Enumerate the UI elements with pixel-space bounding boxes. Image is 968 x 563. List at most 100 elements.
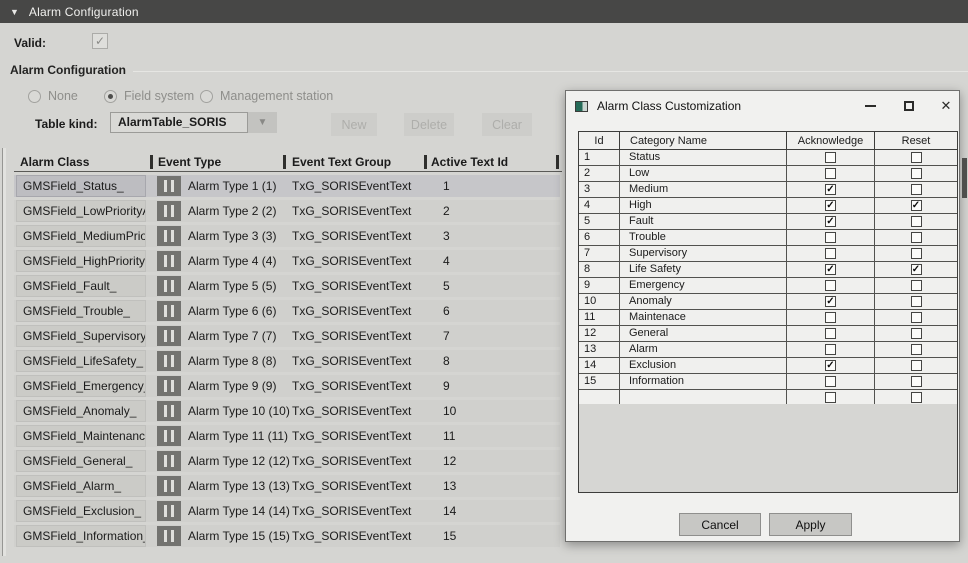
reset-checkbox[interactable]: ✓ bbox=[911, 264, 922, 275]
event-type-pause-icon[interactable] bbox=[157, 526, 181, 546]
acknowledge-checkbox[interactable]: ✓ bbox=[825, 360, 836, 371]
reset-checkbox[interactable] bbox=[911, 376, 922, 387]
reset-checkbox[interactable] bbox=[911, 344, 922, 355]
category-row[interactable]: 8Life Safety✓✓ bbox=[579, 262, 957, 278]
vertical-scrollbar-thumb[interactable] bbox=[962, 158, 967, 198]
table-row[interactable]: GMSField_LifeSafety_ Alarm Type 8 (8) Tx… bbox=[14, 350, 560, 372]
category-row[interactable]: 1Status bbox=[579, 150, 957, 166]
reset-checkbox[interactable] bbox=[911, 152, 922, 163]
maximize-button[interactable] bbox=[898, 96, 920, 116]
category-row[interactable]: 15Information bbox=[579, 374, 957, 390]
acknowledge-checkbox[interactable]: ✓ bbox=[825, 184, 836, 195]
acknowledge-checkbox[interactable] bbox=[825, 376, 836, 387]
acknowledge-checkbox[interactable] bbox=[825, 232, 836, 243]
reset-checkbox[interactable] bbox=[911, 232, 922, 243]
table-row[interactable]: GMSField_Trouble_ Alarm Type 6 (6) TxG_S… bbox=[14, 300, 560, 322]
reset-checkbox[interactable] bbox=[911, 248, 922, 259]
category-row[interactable]: 3Medium✓ bbox=[579, 182, 957, 198]
table-row[interactable]: GMSField_MediumPrio Alarm Type 3 (3) TxG… bbox=[14, 225, 560, 247]
clear-button[interactable]: Clear bbox=[482, 113, 532, 136]
reset-checkbox[interactable] bbox=[911, 360, 922, 371]
alarm-class-cell[interactable]: GMSField_Trouble_ bbox=[16, 300, 146, 322]
reset-checkbox[interactable] bbox=[911, 168, 922, 179]
event-type-pause-icon[interactable] bbox=[157, 401, 181, 421]
table-row[interactable]: GMSField_Status_ Alarm Type 1 (1) TxG_SO… bbox=[14, 175, 560, 197]
table-row[interactable]: GMSField_Anomaly_ Alarm Type 10 (10) TxG… bbox=[14, 400, 560, 422]
acknowledge-checkbox[interactable] bbox=[825, 344, 836, 355]
event-type-pause-icon[interactable] bbox=[157, 301, 181, 321]
reset-checkbox[interactable] bbox=[911, 312, 922, 323]
section-header-bar[interactable]: ▼ Alarm Configuration bbox=[0, 0, 968, 23]
reset-checkbox[interactable] bbox=[911, 280, 922, 291]
table-row[interactable]: GMSField_Maintenance Alarm Type 11 (11) … bbox=[14, 425, 560, 447]
event-type-pause-icon[interactable] bbox=[157, 501, 181, 521]
acknowledge-checkbox[interactable] bbox=[825, 312, 836, 323]
alarm-class-cell[interactable]: GMSField_Status_ bbox=[16, 175, 146, 197]
dialog-titlebar[interactable]: Alarm Class Customization ✕ bbox=[566, 91, 959, 121]
alarm-class-cell[interactable]: GMSField_HighPriority. bbox=[16, 250, 146, 272]
table-kind-combobox[interactable]: AlarmTable_SORIS bbox=[110, 112, 248, 133]
table-row[interactable]: GMSField_Exclusion_ Alarm Type 14 (14) T… bbox=[14, 500, 560, 522]
acknowledge-checkbox[interactable]: ✓ bbox=[825, 200, 836, 211]
alarm-class-cell[interactable]: GMSField_Anomaly_ bbox=[16, 400, 146, 422]
table-row[interactable]: GMSField_Supervisory_ Alarm Type 7 (7) T… bbox=[14, 325, 560, 347]
event-type-pause-icon[interactable] bbox=[157, 376, 181, 396]
category-row[interactable]: 6Trouble bbox=[579, 230, 957, 246]
event-type-pause-icon[interactable] bbox=[157, 451, 181, 471]
acknowledge-checkbox[interactable] bbox=[825, 328, 836, 339]
acknowledge-checkbox[interactable]: ✓ bbox=[825, 264, 836, 275]
alarm-class-cell[interactable]: GMSField_Fault_ bbox=[16, 275, 146, 297]
category-row[interactable]: 7Supervisory bbox=[579, 246, 957, 262]
reset-checkbox[interactable] bbox=[911, 328, 922, 339]
category-row[interactable]: 5Fault✓ bbox=[579, 214, 957, 230]
combobox-dropdown-button[interactable]: ▼ bbox=[248, 112, 277, 133]
alarm-class-cell[interactable]: GMSField_LifeSafety_ bbox=[16, 350, 146, 372]
category-row[interactable]: 13Alarm bbox=[579, 342, 957, 358]
table-row[interactable]: GMSField_Information_ Alarm Type 15 (15)… bbox=[14, 525, 560, 547]
radio-management-station[interactable]: Management station bbox=[200, 88, 333, 104]
apply-button[interactable]: Apply bbox=[769, 513, 852, 536]
event-type-pause-icon[interactable] bbox=[157, 476, 181, 496]
event-type-pause-icon[interactable] bbox=[157, 176, 181, 196]
category-row[interactable]: 12General bbox=[579, 326, 957, 342]
category-row[interactable]: 14Exclusion✓ bbox=[579, 358, 957, 374]
category-row[interactable]: 4High✓✓ bbox=[579, 198, 957, 214]
alarm-class-cell[interactable]: GMSField_General_ bbox=[16, 450, 146, 472]
event-type-pause-icon[interactable] bbox=[157, 226, 181, 246]
radio-field-system[interactable]: Field system bbox=[104, 88, 194, 104]
event-type-pause-icon[interactable] bbox=[157, 326, 181, 346]
event-type-pause-icon[interactable] bbox=[157, 426, 181, 446]
alarm-class-cell[interactable]: GMSField_MediumPrio bbox=[16, 225, 146, 247]
collapse-triangle-icon[interactable]: ▼ bbox=[10, 7, 19, 17]
reset-checkbox[interactable]: ✓ bbox=[911, 200, 922, 211]
category-row[interactable]: 2Low bbox=[579, 166, 957, 182]
acknowledge-checkbox[interactable] bbox=[825, 280, 836, 291]
valid-checkbox[interactable]: ✓ bbox=[92, 33, 108, 49]
minimize-button[interactable] bbox=[859, 96, 881, 116]
delete-button[interactable]: Delete bbox=[404, 113, 454, 136]
event-type-pause-icon[interactable] bbox=[157, 351, 181, 371]
close-button[interactable]: ✕ bbox=[935, 96, 957, 116]
table-row[interactable]: GMSField_HighPriority. Alarm Type 4 (4) … bbox=[14, 250, 560, 272]
alarm-class-cell[interactable]: GMSField_LowPriorityA bbox=[16, 200, 146, 222]
alarm-class-cell[interactable]: GMSField_Alarm_ bbox=[16, 475, 146, 497]
acknowledge-checkbox[interactable] bbox=[825, 392, 836, 403]
table-row[interactable]: GMSField_Fault_ Alarm Type 5 (5) TxG_SOR… bbox=[14, 275, 560, 297]
alarm-class-cell[interactable]: GMSField_Maintenance bbox=[16, 425, 146, 447]
event-type-pause-icon[interactable] bbox=[157, 251, 181, 271]
category-row[interactable]: 9Emergency bbox=[579, 278, 957, 294]
table-row[interactable]: GMSField_Emergency_ Alarm Type 9 (9) TxG… bbox=[14, 375, 560, 397]
acknowledge-checkbox[interactable] bbox=[825, 168, 836, 179]
event-type-pause-icon[interactable] bbox=[157, 276, 181, 296]
acknowledge-checkbox[interactable]: ✓ bbox=[825, 296, 836, 307]
radio-none[interactable]: None bbox=[28, 88, 78, 104]
acknowledge-checkbox[interactable] bbox=[825, 152, 836, 163]
reset-checkbox[interactable] bbox=[911, 296, 922, 307]
category-row[interactable]: 10Anomaly✓ bbox=[579, 294, 957, 310]
cancel-button[interactable]: Cancel bbox=[679, 513, 761, 536]
new-button[interactable]: New bbox=[331, 113, 377, 136]
table-row[interactable]: GMSField_LowPriorityA Alarm Type 2 (2) T… bbox=[14, 200, 560, 222]
acknowledge-checkbox[interactable] bbox=[825, 248, 836, 259]
acknowledge-checkbox[interactable]: ✓ bbox=[825, 216, 836, 227]
reset-checkbox[interactable] bbox=[911, 392, 922, 403]
